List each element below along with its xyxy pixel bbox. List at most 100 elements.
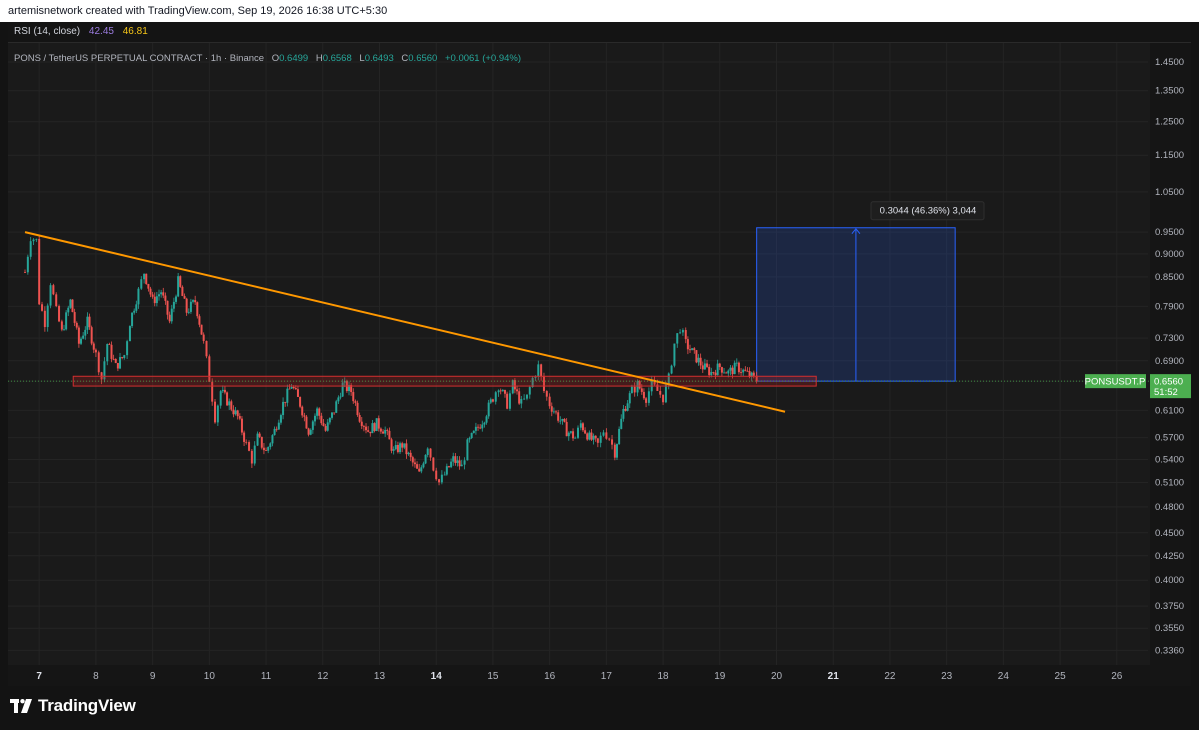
candle-body	[613, 444, 616, 458]
candle-body	[299, 396, 302, 407]
price-tick-label: 0.4250	[1155, 551, 1184, 562]
candle-body	[725, 372, 728, 374]
candle-body	[333, 412, 336, 414]
candle-body	[525, 394, 528, 399]
candle-body	[479, 427, 482, 429]
candle-body	[703, 363, 706, 370]
time-tick-label: 23	[941, 671, 953, 682]
price-tick-label: 0.9000	[1155, 249, 1184, 260]
candle-body	[221, 389, 224, 392]
candle-body	[563, 418, 566, 422]
candle-body	[94, 349, 97, 353]
candle-body	[147, 283, 150, 289]
candle-body	[673, 343, 676, 366]
candle-body	[175, 296, 178, 302]
price-tick-label: 0.5700	[1155, 433, 1184, 444]
price-tick-label: 1.0500	[1155, 187, 1184, 198]
candle-body	[202, 334, 205, 341]
candle-body	[326, 422, 329, 431]
candle-body	[429, 448, 432, 458]
candle-body	[481, 424, 484, 429]
candle-body	[630, 386, 633, 394]
candle-body	[445, 466, 448, 475]
candle-body	[555, 411, 558, 413]
candle-body	[701, 365, 704, 370]
candle-body	[466, 439, 469, 461]
candle-body	[401, 443, 404, 448]
brand[interactable]: TradingView	[10, 696, 136, 716]
candle-body	[426, 448, 429, 455]
candle-body	[234, 410, 237, 415]
candle-body	[311, 421, 314, 430]
candle-body	[114, 359, 117, 363]
candle-body	[324, 425, 327, 431]
candle-body	[540, 364, 543, 377]
symbol-tag-label: PONSUSDT.P	[1085, 377, 1146, 388]
candle-body	[63, 329, 66, 331]
candle-body	[367, 430, 370, 432]
candle-body	[73, 312, 76, 323]
symbol-title: PONS / TetherUS PERPETUAL CONTRACT · 1h …	[14, 53, 265, 64]
open-value: 0.6499	[279, 53, 309, 64]
time-tick-label: 22	[884, 671, 896, 682]
candle-body	[503, 390, 506, 394]
candle-body	[373, 423, 376, 431]
candle-body	[35, 238, 38, 240]
last-price-value: 0.6560	[1154, 377, 1183, 388]
time-axis	[8, 665, 1191, 686]
time-tick-label: 10	[204, 671, 216, 682]
candle-body	[550, 406, 553, 412]
candle-body	[262, 447, 265, 451]
change-value: +0.0061 (+0.94%)	[444, 53, 522, 64]
candle-body	[168, 314, 171, 322]
candle-body	[720, 367, 723, 373]
candle-body	[435, 470, 438, 480]
candle-body	[742, 369, 745, 373]
time-tick-label: 20	[771, 671, 783, 682]
candle-body	[271, 435, 274, 444]
candle-body	[394, 444, 397, 450]
candle-body	[384, 429, 387, 434]
candle-body	[744, 369, 747, 371]
candle-body	[162, 292, 165, 296]
candle-body	[516, 389, 519, 392]
price-tick-label: 0.7300	[1155, 333, 1184, 344]
candle-body	[371, 423, 374, 434]
candle-body	[112, 358, 115, 360]
candle-body	[382, 431, 385, 434]
candle-body	[699, 357, 702, 366]
candle-body	[214, 401, 217, 423]
candle-body	[288, 388, 291, 390]
candle-body	[432, 457, 435, 471]
price-tick-label: 0.4000	[1155, 575, 1184, 586]
candle-body	[377, 418, 380, 429]
candle-body	[740, 372, 743, 374]
candle-body	[296, 389, 299, 397]
candle-body	[26, 256, 29, 273]
candle-body	[362, 426, 365, 427]
candle-body	[145, 273, 148, 284]
candle-body	[506, 393, 509, 409]
candle-body	[662, 394, 665, 403]
candle-body	[611, 439, 614, 445]
candle-body	[140, 279, 143, 289]
candle-body	[577, 427, 579, 438]
candle-body	[679, 332, 682, 334]
candle-body	[645, 398, 648, 403]
high-label: H	[315, 53, 323, 64]
candle-body	[205, 340, 208, 357]
candle-body	[508, 393, 511, 409]
candle-body	[282, 401, 285, 416]
candle-body	[737, 362, 740, 373]
candle-body	[123, 355, 126, 358]
candle-body	[708, 366, 711, 376]
open-label: O	[271, 53, 280, 64]
price-chart[interactable]: 1.4500 1.3500 1.2500 1.1500 1.0500 0.9500 0.90…	[0, 0, 1199, 730]
candle-body	[135, 304, 138, 311]
candle-body	[424, 454, 427, 464]
candle-body	[640, 388, 643, 392]
candle-body	[284, 401, 287, 403]
candle-body	[681, 330, 684, 333]
candle-body	[456, 460, 459, 463]
price-tick-label: 0.4800	[1155, 502, 1184, 513]
